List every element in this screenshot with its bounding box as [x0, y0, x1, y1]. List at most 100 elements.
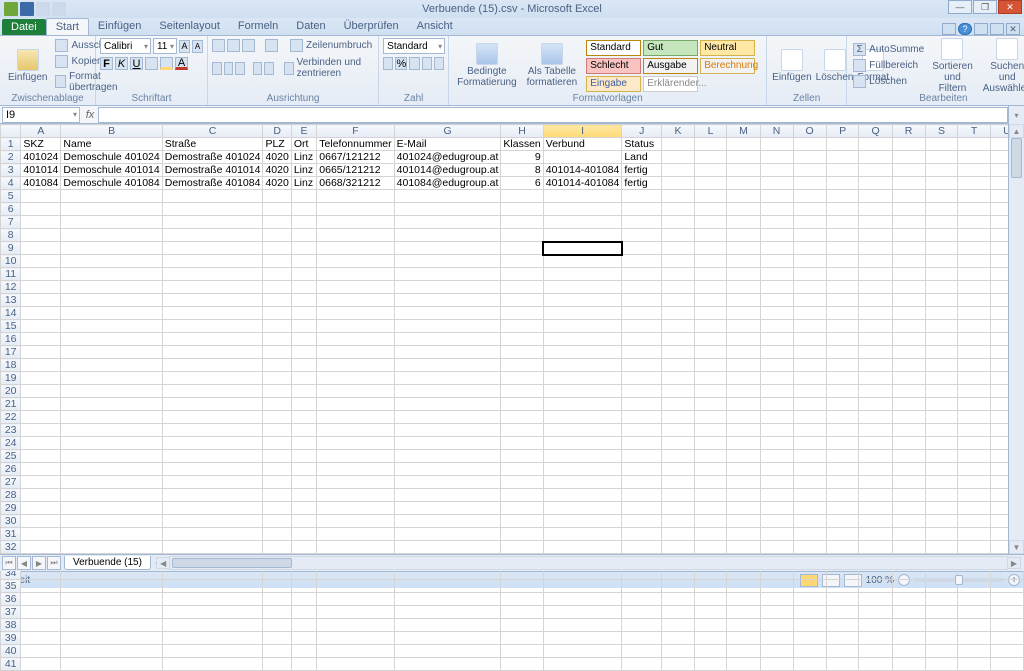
- cell[interactable]: [793, 242, 826, 255]
- cell[interactable]: [892, 333, 925, 346]
- cell[interactable]: [760, 476, 793, 489]
- sheet-nav-first-icon[interactable]: ⏮: [2, 556, 16, 570]
- cell[interactable]: [543, 645, 622, 658]
- cell[interactable]: [291, 619, 316, 632]
- cell[interactable]: [727, 255, 760, 268]
- cell[interactable]: [162, 242, 263, 255]
- cell[interactable]: [727, 164, 760, 177]
- col-header[interactable]: D: [263, 125, 291, 138]
- cell[interactable]: [793, 424, 826, 437]
- cell[interactable]: [793, 606, 826, 619]
- cell[interactable]: [826, 632, 859, 645]
- cell[interactable]: [622, 385, 662, 398]
- cell[interactable]: [892, 281, 925, 294]
- cell[interactable]: [317, 632, 394, 645]
- cell[interactable]: [263, 346, 291, 359]
- row-header[interactable]: 36: [1, 593, 21, 606]
- bold-icon[interactable]: F: [100, 57, 113, 70]
- cell[interactable]: [291, 333, 316, 346]
- cell[interactable]: [317, 242, 394, 255]
- cell[interactable]: [760, 346, 793, 359]
- cell[interactable]: [793, 203, 826, 216]
- cell[interactable]: [727, 528, 760, 541]
- cell[interactable]: [892, 190, 925, 203]
- redo-icon[interactable]: [52, 2, 66, 16]
- cell[interactable]: [317, 528, 394, 541]
- cell[interactable]: [760, 255, 793, 268]
- cell[interactable]: [162, 190, 263, 203]
- cell[interactable]: [826, 489, 859, 502]
- cell[interactable]: [793, 619, 826, 632]
- cell[interactable]: [21, 619, 61, 632]
- cell[interactable]: [291, 437, 316, 450]
- cell[interactable]: Demostraße 401084: [162, 177, 263, 190]
- cell[interactable]: [826, 658, 859, 671]
- col-header[interactable]: K: [662, 125, 695, 138]
- cell[interactable]: [21, 658, 61, 671]
- cell[interactable]: [859, 580, 892, 593]
- cell[interactable]: [760, 515, 793, 528]
- cell[interactable]: [760, 437, 793, 450]
- cell[interactable]: [162, 294, 263, 307]
- cell[interactable]: [760, 489, 793, 502]
- cell[interactable]: 8: [501, 164, 543, 177]
- cell[interactable]: [793, 489, 826, 502]
- cell[interactable]: [622, 489, 662, 502]
- cell[interactable]: [291, 203, 316, 216]
- cell[interactable]: [958, 528, 991, 541]
- cell[interactable]: [61, 632, 162, 645]
- cell[interactable]: [662, 216, 695, 229]
- cell[interactable]: [925, 619, 958, 632]
- cell[interactable]: [925, 281, 958, 294]
- thousands-icon[interactable]: [409, 57, 419, 70]
- cell[interactable]: [859, 450, 892, 463]
- cell[interactable]: [859, 606, 892, 619]
- cell[interactable]: [61, 268, 162, 281]
- cell[interactable]: [892, 216, 925, 229]
- style-chip[interactable]: Standard: [586, 40, 641, 56]
- cell[interactable]: [21, 476, 61, 489]
- cell[interactable]: [990, 658, 1023, 671]
- cell[interactable]: [925, 593, 958, 606]
- row-header[interactable]: 20: [1, 385, 21, 398]
- cell[interactable]: [793, 255, 826, 268]
- cell[interactable]: [543, 463, 622, 476]
- row-header[interactable]: 14: [1, 307, 21, 320]
- cell[interactable]: 4020: [263, 164, 291, 177]
- zoom-slider-knob[interactable]: [955, 575, 963, 585]
- scroll-thumb-h[interactable]: [172, 558, 292, 568]
- cell[interactable]: 401014-401084: [543, 177, 622, 190]
- cell[interactable]: [760, 658, 793, 671]
- cell[interactable]: [543, 190, 622, 203]
- cell[interactable]: [61, 190, 162, 203]
- cell[interactable]: [925, 528, 958, 541]
- cell[interactable]: [263, 294, 291, 307]
- percent-icon[interactable]: %: [395, 57, 407, 70]
- cell[interactable]: [394, 619, 501, 632]
- font-color-icon[interactable]: A: [175, 57, 188, 70]
- cell[interactable]: [694, 515, 726, 528]
- row-header[interactable]: 38: [1, 619, 21, 632]
- row-header[interactable]: 2: [1, 151, 21, 164]
- underline-icon[interactable]: U: [130, 57, 143, 70]
- cell[interactable]: [162, 502, 263, 515]
- row-header[interactable]: 15: [1, 320, 21, 333]
- cell[interactable]: [394, 593, 501, 606]
- cell[interactable]: [622, 606, 662, 619]
- cell[interactable]: [694, 541, 726, 554]
- cell[interactable]: [793, 281, 826, 294]
- cell[interactable]: [622, 203, 662, 216]
- tab-ansicht[interactable]: Ansicht: [408, 18, 462, 35]
- col-header[interactable]: T: [958, 125, 991, 138]
- cell[interactable]: [694, 346, 726, 359]
- cell[interactable]: [543, 372, 622, 385]
- cell[interactable]: [859, 307, 892, 320]
- cell[interactable]: [793, 463, 826, 476]
- cell[interactable]: [291, 463, 316, 476]
- cell[interactable]: [925, 307, 958, 320]
- spreadsheet-grid[interactable]: ABCDEFGHIJKLMNOPQRSTU1SKZNameStraßePLZOr…: [0, 124, 1024, 671]
- col-header[interactable]: Q: [859, 125, 892, 138]
- cell[interactable]: [826, 177, 859, 190]
- cell[interactable]: [162, 359, 263, 372]
- cell[interactable]: [317, 450, 394, 463]
